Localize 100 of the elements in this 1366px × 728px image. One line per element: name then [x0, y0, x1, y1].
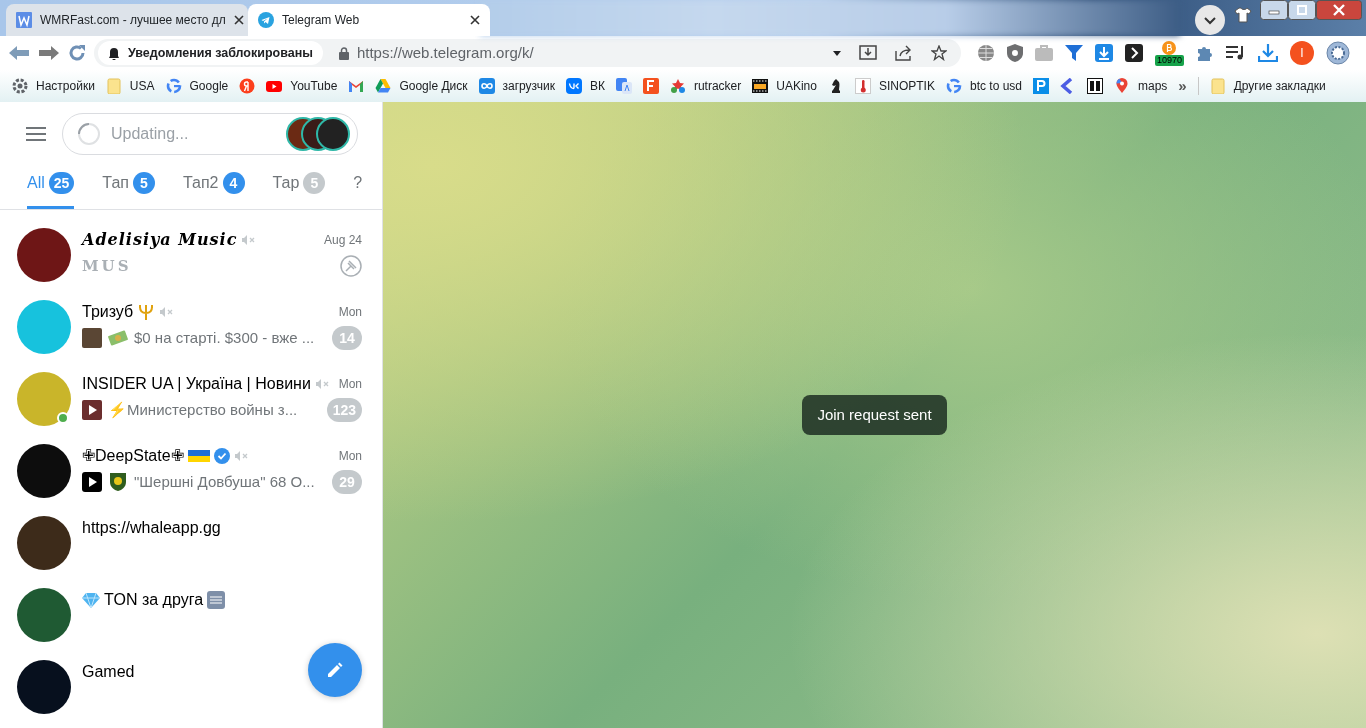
restore-icon[interactable]	[1288, 0, 1316, 20]
telegram-icon	[258, 12, 274, 28]
back-icon[interactable]	[8, 45, 30, 61]
download-icon[interactable]	[1094, 44, 1113, 62]
p-square-icon[interactable]	[1033, 78, 1049, 94]
unread-count: 5	[133, 172, 155, 194]
star-icon[interactable]	[930, 45, 947, 61]
message-preview: $0 на старті. $300 - вже ...	[134, 327, 315, 348]
tab-title: Telegram Web	[282, 12, 360, 29]
minimize-icon[interactable]	[1260, 0, 1288, 20]
close-icon[interactable]	[470, 15, 480, 25]
free-badge-icon	[207, 591, 226, 609]
unread-count: 29	[332, 470, 362, 494]
url-text[interactable]: https://web.telegram.org/k/	[356, 41, 534, 65]
download-arrow-icon[interactable]	[1258, 44, 1278, 62]
unread-count: 123	[326, 398, 362, 422]
folder-tab[interactable]: Тап2 4	[183, 159, 245, 209]
bookmark-link[interactable]: UAKino	[752, 77, 817, 95]
shield-icon[interactable]	[1006, 44, 1023, 62]
gear-icon	[12, 78, 28, 94]
loading-spinner-icon	[77, 122, 101, 146]
story-avatars-drawing[interactable]	[285, 116, 351, 152]
chat-name: Тризуб	[82, 302, 134, 322]
message-preview: "Шершні Довбуша" 68 О...	[134, 471, 315, 492]
unread-count: 14	[332, 326, 362, 350]
lock-icon	[338, 46, 349, 60]
unread-count: 4	[222, 172, 245, 194]
vk-icon	[565, 78, 582, 94]
gear-ball-icon[interactable]	[1326, 41, 1350, 65]
chat-list-item[interactable]: https://whaleapp.gg	[0, 508, 382, 580]
bookmark-link[interactable]: ВК	[565, 77, 605, 95]
chat-list-item[interactable]: TON за друга	[0, 580, 382, 652]
bookmark-link[interactable]: maps	[1114, 77, 1168, 95]
share-icon[interactable]	[894, 45, 913, 61]
f-square-icon[interactable]	[642, 78, 659, 94]
chat-time: Mon	[338, 376, 362, 393]
folder-icon	[105, 78, 122, 94]
flag-icon	[187, 450, 210, 462]
dropdown-caret-icon[interactable]	[832, 50, 841, 56]
bookmark-folder[interactable]: Другие закладки	[1209, 77, 1326, 95]
mail-icon[interactable]	[348, 78, 365, 94]
music-list-icon[interactable]	[1226, 45, 1246, 61]
trident-icon	[137, 303, 156, 321]
bookmark-link[interactable]: Google Диск	[375, 77, 468, 95]
folder-tab[interactable]: ?	[353, 159, 363, 209]
map-pin-icon	[1114, 78, 1130, 94]
drive-icon	[375, 78, 392, 94]
chat-list-item[interactable]: ✙DeepState✙ Mon "Шершні Довбуша" 68 О... 29	[0, 436, 382, 508]
translate-icon[interactable]	[615, 78, 632, 94]
bookmark-link[interactable]: btc to usd	[945, 77, 1022, 95]
puzzle-icon[interactable]	[1196, 44, 1214, 62]
star-cluster-icon	[669, 78, 686, 94]
infinity-icon	[478, 78, 495, 94]
close-icon[interactable]	[233, 15, 244, 25]
chat-list-item[interactable]: Тризуб Mon $0 на старті. $300 - вже ... 14	[0, 292, 382, 364]
yandex-icon[interactable]	[239, 78, 256, 94]
more-bookmarks-button[interactable]: »	[1178, 74, 1187, 98]
install-icon[interactable]	[858, 45, 877, 61]
reload-icon[interactable]	[68, 44, 86, 62]
video-thumbnail	[82, 400, 102, 420]
message-preview: MUS	[82, 255, 132, 277]
tab-title: WMRFast.com - лучшее место дл	[40, 12, 226, 29]
bookmark-link[interactable]: USA	[105, 77, 155, 95]
bookmark-link[interactable]: YouTube	[266, 77, 338, 95]
globe-icon[interactable]	[976, 44, 995, 62]
bookmark-link[interactable]: загрузчик	[478, 77, 555, 95]
pencil-icon	[326, 661, 344, 679]
notification-chip[interactable]: Уведомления заблокированы	[98, 41, 323, 65]
folder-tab[interactable]: Тар 5	[272, 159, 326, 209]
dropdown-icon[interactable]	[1194, 4, 1226, 36]
bookmark-link[interactable]: Настройки	[12, 77, 95, 95]
search-input[interactable]: Updating...	[109, 121, 259, 147]
folder-tab[interactable]: Тап 5	[102, 159, 155, 209]
film-icon	[752, 78, 769, 94]
shirt-icon	[1234, 6, 1252, 24]
browser-tab[interactable]: WMRFast.com - лучшее место дл	[6, 4, 248, 36]
forward-icon[interactable]	[38, 45, 60, 61]
bookmark-link[interactable]: Google	[165, 77, 229, 95]
compose-button[interactable]	[308, 643, 362, 697]
youtube-icon	[266, 78, 283, 94]
chat-list-item[interactable]: INSIDER UA | Україна | Новини Mon ⚡Министерство войны з... 123	[0, 364, 382, 436]
toast-message: Join request sent	[802, 394, 947, 436]
menu-icon[interactable]	[26, 127, 46, 141]
bracket-icon[interactable]	[1124, 44, 1143, 62]
diamond-icon	[82, 592, 100, 608]
chat-name: Adelisiya Music	[82, 229, 238, 251]
chat-name: TON за друга	[104, 590, 204, 610]
chat-list-item[interactable]: Gamed	[0, 652, 382, 724]
chat-name: Gamed	[82, 662, 135, 682]
chat-time: Mon	[338, 304, 362, 321]
funnel-icon[interactable]	[1064, 45, 1083, 61]
chat-list-item[interactable]: Adelisiya Music Aug 24 MUS	[0, 220, 382, 292]
close-window-icon[interactable]	[1316, 0, 1362, 20]
google-icon	[945, 78, 962, 94]
chat-time: Aug 24	[323, 232, 362, 249]
chat-name: INSIDER UA | Україна | Новини	[82, 374, 311, 394]
bookmark-link[interactable]: SINOPTIK	[854, 77, 935, 95]
browser-tab[interactable]: Telegram Web	[248, 4, 490, 36]
w-logo-icon	[16, 12, 32, 28]
bookmark-link[interactable]: rutracker	[669, 77, 742, 95]
